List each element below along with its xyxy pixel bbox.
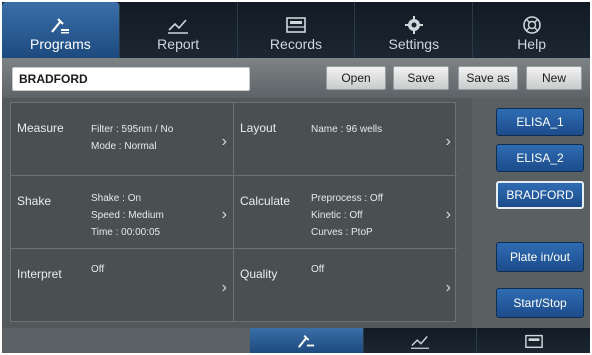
shake-title: Shake	[17, 194, 52, 208]
open-button[interactable]: Open	[326, 66, 386, 90]
start-stop-button[interactable]: Start/Stop	[496, 288, 584, 318]
plate-in-out-button[interactable]: Plate in/out	[496, 242, 584, 272]
measure-title: Measure	[17, 121, 64, 135]
calculate-cell[interactable]: Calculate Preprocess : Off Kinetic : Off…	[234, 176, 457, 249]
measure-cell[interactable]: Measure Filter : 595nm / No Mode : Norma…	[11, 103, 234, 176]
programs-icon	[51, 18, 70, 34]
calculate-curves: Curves : PtoP	[311, 227, 373, 238]
layout-name: Name : 96 wells	[311, 124, 383, 135]
calculate-title: Calculate	[240, 194, 291, 208]
quality-value: Off	[311, 264, 325, 275]
programs-icon	[298, 334, 315, 348]
calculate-preprocess: Preprocess : Off	[311, 193, 384, 204]
save-button[interactable]: Save	[393, 66, 449, 90]
bottom-tab-programs[interactable]	[250, 328, 364, 353]
tab-help[interactable]: Help	[473, 2, 590, 58]
shake-speed: Speed : Medium	[91, 210, 164, 221]
shake-details: Shake : On Speed : Medium Time : 00:00:0…	[91, 190, 164, 241]
chevron-right-icon: ›	[445, 279, 451, 296]
measure-mode: Mode : Normal	[91, 141, 157, 152]
gear-icon	[404, 16, 423, 34]
interpret-cell[interactable]: Interpret Off ›	[11, 249, 234, 322]
quality-title: Quality	[240, 267, 278, 281]
shake-cell[interactable]: Shake Shake : On Speed : Medium Time : 0…	[11, 176, 234, 249]
measure-details: Filter : 595nm / No Mode : Normal	[91, 121, 173, 155]
program-name-field[interactable]: BRADFORD	[12, 67, 250, 91]
chevron-right-icon: ›	[445, 133, 451, 150]
chart-icon	[411, 335, 429, 349]
tab-label: Programs	[30, 36, 91, 52]
instrument-screen: Programs Report Records Settings Help BR…	[2, 2, 590, 353]
chevron-right-icon: ›	[221, 133, 227, 150]
layout-details: Name : 96 wells	[311, 121, 382, 138]
interpret-title: Interpret	[17, 267, 62, 281]
calculate-kinetic: Kinetic : Off	[311, 210, 363, 221]
shake-state: Shake : On	[91, 193, 142, 204]
bottom-navigation	[250, 328, 590, 353]
quality-cell[interactable]: Quality Off ›	[234, 249, 457, 322]
save-as-button[interactable]: Save as	[458, 66, 518, 90]
tab-settings[interactable]: Settings	[355, 2, 474, 58]
measure-filter: Filter : 595nm / No	[91, 124, 174, 135]
top-navigation: Programs Report Records Settings Help	[2, 2, 590, 58]
records-icon	[524, 334, 543, 348]
layout-cell[interactable]: Layout Name : 96 wells ›	[234, 103, 457, 176]
tab-programs[interactable]: Programs	[2, 2, 120, 58]
calculate-details: Preprocess : Off Kinetic : Off Curves : …	[311, 190, 383, 241]
tab-label: Help	[517, 36, 546, 52]
chevron-right-icon: ›	[445, 206, 451, 223]
tab-label: Records	[269, 36, 323, 52]
interpret-details: Off	[91, 261, 104, 278]
bottom-strip	[2, 328, 590, 353]
tab-label: Settings	[388, 36, 440, 52]
chevron-right-icon: ›	[221, 206, 227, 223]
program-list-sidebar: ELISA_1 ELISA_2 BRADFORD Plate in/out St…	[472, 98, 590, 328]
records-icon	[286, 17, 306, 33]
program-elisa-1-button[interactable]: ELISA_1	[496, 108, 584, 136]
program-elisa-2-button[interactable]: ELISA_2	[496, 144, 584, 172]
program-settings-panel: Measure Filter : 595nm / No Mode : Norma…	[10, 102, 457, 322]
quality-details: Off	[311, 261, 324, 278]
bottom-tab-records[interactable]	[477, 328, 590, 353]
layout-title: Layout	[240, 121, 277, 135]
chevron-right-icon: ›	[221, 279, 227, 296]
shake-time: Time : 00:00:05	[91, 227, 161, 238]
tab-records[interactable]: Records	[238, 2, 356, 58]
interpret-value: Off	[91, 264, 105, 275]
program-bradford-button[interactable]: BRADFORD	[496, 181, 584, 209]
help-icon	[522, 16, 541, 34]
program-toolbar: BRADFORD Open Save Save as New	[2, 58, 590, 98]
tab-label: Report	[157, 36, 200, 52]
new-button[interactable]: New	[526, 66, 582, 90]
chart-icon	[168, 19, 189, 34]
bottom-tab-report[interactable]	[364, 328, 478, 353]
tab-report[interactable]: Report	[120, 2, 238, 58]
